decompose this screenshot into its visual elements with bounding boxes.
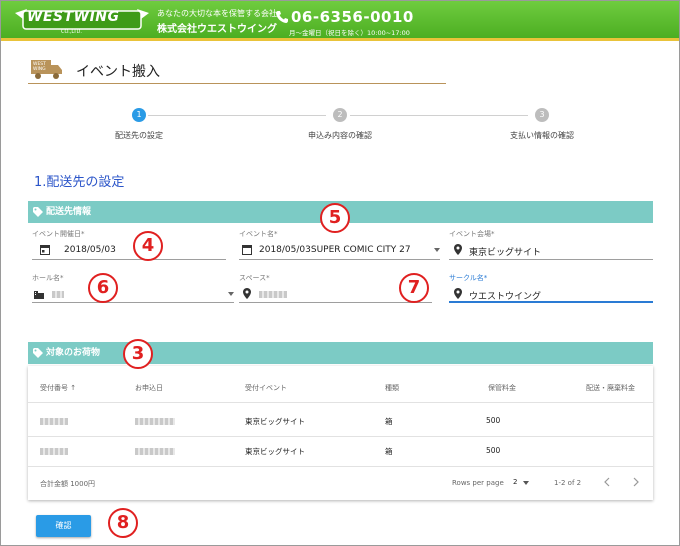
tagline: あなたの大切な本を保管する会社 xyxy=(157,9,277,18)
pagination-range: 1-2 of 2 xyxy=(554,479,582,487)
row-type: 箱 xyxy=(385,447,393,456)
annotation-badge-6: 6 xyxy=(88,273,118,303)
col-storage-fee[interactable]: 保管料金 xyxy=(488,383,516,393)
hall-name-value-redacted xyxy=(52,291,64,298)
row-type: 箱 xyxy=(385,417,393,426)
location-pin-icon xyxy=(454,288,462,299)
items-band-label: 対象のお荷物 xyxy=(46,348,101,358)
logo-subtext: CO.,LTD. xyxy=(61,29,82,35)
hall-name-select[interactable]: ホール名* xyxy=(32,273,234,303)
col-application-date[interactable]: お申込日 xyxy=(135,383,163,393)
chevron-down-icon xyxy=(434,248,440,252)
space-underline xyxy=(239,302,432,303)
step-3[interactable]: 3 支払い情報の確認 xyxy=(462,100,622,141)
company-name: 株式会社ウエストウイング xyxy=(157,24,277,35)
delivery-info-label: 配送先情報 xyxy=(46,207,92,217)
chevron-down-icon[interactable] xyxy=(523,481,529,485)
step-2-label: 申込み内容の確認 xyxy=(308,131,372,140)
calendar-icon xyxy=(40,245,50,255)
col-receipt-number[interactable]: 受付番号 ↑ xyxy=(40,383,76,393)
location-pin-icon xyxy=(243,288,251,299)
step-1-label: 配送先の設定 xyxy=(115,131,163,140)
step-3-label: 支払い情報の確認 xyxy=(510,131,574,140)
chevron-right-icon[interactable] xyxy=(632,477,640,487)
event-date-value: 2018/05/03 xyxy=(64,245,116,255)
step-2[interactable]: 2 申込み内容の確認 xyxy=(260,100,420,141)
row-divider xyxy=(28,402,653,403)
annotation-badge-5: 5 xyxy=(320,203,350,233)
event-date-field[interactable]: イベント開催日* 2018/05/03 xyxy=(32,229,226,260)
location-pin-icon xyxy=(454,244,462,255)
circle-name-field[interactable]: サークル名* ウエストウイング xyxy=(449,273,653,303)
annotation-badge-7: 7 xyxy=(399,273,429,303)
step-1[interactable]: 1 配送先の設定 xyxy=(59,100,219,141)
row-storage-fee: 500 xyxy=(486,416,501,425)
business-hours: 月～金曜日（祝日を除く）10:00~17:00 xyxy=(289,29,410,37)
chevron-left-icon[interactable] xyxy=(603,477,611,487)
application-date-redacted xyxy=(135,418,175,425)
step-3-number: 3 xyxy=(535,108,549,122)
annotation-badge-4: 4 xyxy=(133,231,163,261)
page-title: イベント搬入 xyxy=(76,64,160,80)
rows-per-page-label: Rows per page xyxy=(452,479,504,487)
row-event: 東京ビッグサイト xyxy=(245,417,305,426)
logo-text: WESTWING xyxy=(27,9,120,25)
items-table: 受付番号 ↑ お申込日 受付イベント 種類 保管料金 配送・廃棄料金 東京ビッグ… xyxy=(28,366,653,500)
event-venue-label: イベント会場* xyxy=(449,230,495,238)
col-delivery-fee[interactable]: 配送・廃棄料金 xyxy=(586,383,635,393)
event-date-label: イベント開催日* xyxy=(32,230,85,238)
hall-name-label: ホール名* xyxy=(32,274,64,282)
truck-label: WEST WING xyxy=(33,62,46,72)
chevron-down-icon xyxy=(228,292,234,296)
col-received-event[interactable]: 受付イベント xyxy=(245,383,287,393)
event-date-underline xyxy=(32,259,226,260)
space-value-redacted xyxy=(259,291,287,298)
phone-number[interactable]: 06-6356-0010 xyxy=(291,8,414,26)
section-heading: 1.配送先の設定 xyxy=(34,175,125,190)
event-name-select[interactable]: イベント名* 2018/05/03SUPER COMIC CITY 27 xyxy=(239,229,440,260)
title-divider xyxy=(28,83,446,84)
step-2-number: 2 xyxy=(333,108,347,122)
event-name-value: 2018/05/03SUPER COMIC CITY 27 xyxy=(259,245,411,255)
col-type[interactable]: 種類 xyxy=(385,383,399,393)
row-event: 東京ビッグサイト xyxy=(245,447,305,456)
event-venue-value: 東京ビッグサイト xyxy=(469,248,542,258)
site-header: WESTWING CO.,LTD. あなたの大切な本を保管する会社 株式会社ウエ… xyxy=(1,1,679,41)
circle-name-underline-focused xyxy=(449,301,653,303)
confirm-button[interactable]: 確認 xyxy=(36,515,91,537)
hall-name-underline xyxy=(32,302,234,303)
annotation-badge-8: 8 xyxy=(108,508,138,538)
building-icon xyxy=(34,291,44,299)
application-date-redacted xyxy=(135,448,175,455)
progress-stepper: 1 配送先の設定 2 申込み内容の確認 3 支払い情報の確認 xyxy=(30,100,650,150)
annotation-badge-3: 3 xyxy=(123,339,153,369)
total-amount: 合計金額 1000円 xyxy=(40,480,96,488)
step-1-number: 1 xyxy=(132,108,146,122)
calendar-icon xyxy=(242,245,252,255)
row-storage-fee: 500 xyxy=(486,446,501,455)
tag-icon xyxy=(33,348,43,358)
receipt-number-redacted xyxy=(40,418,68,425)
phone-icon xyxy=(276,11,288,23)
event-name-underline xyxy=(239,259,440,260)
rows-per-page-select[interactable]: 2 xyxy=(513,478,517,486)
tag-icon xyxy=(33,207,43,217)
row-divider xyxy=(28,436,653,437)
event-venue-underline xyxy=(449,259,653,260)
row-divider xyxy=(28,466,653,467)
event-venue-field[interactable]: イベント会場* 東京ビッグサイト xyxy=(449,229,653,260)
receipt-number-redacted xyxy=(40,448,68,455)
items-band: 対象のお荷物 xyxy=(28,342,653,364)
circle-name-label: サークル名* xyxy=(449,274,488,282)
